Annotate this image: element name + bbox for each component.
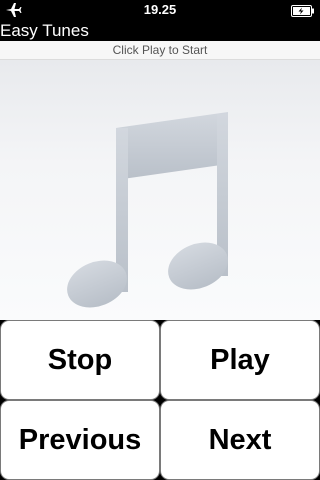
app-title: Easy Tunes bbox=[0, 21, 89, 40]
previous-button[interactable]: Previous bbox=[0, 400, 160, 480]
subtitle-text: Click Play to Start bbox=[112, 43, 208, 57]
playback-controls: Stop Play Previous Next bbox=[0, 320, 320, 480]
next-button[interactable]: Next bbox=[160, 400, 320, 480]
status-bar: 19.25 bbox=[0, 0, 320, 20]
album-artwork bbox=[0, 60, 320, 320]
subtitle-bar: Click Play to Start bbox=[0, 41, 320, 60]
play-button[interactable]: Play bbox=[160, 320, 320, 400]
stop-button[interactable]: Stop bbox=[0, 320, 160, 400]
phone-screen: 19.25 Easy Tunes Click Play to Start Sto… bbox=[0, 0, 320, 480]
title-bar: Easy Tunes bbox=[0, 20, 320, 41]
music-note-icon bbox=[67, 112, 228, 308]
status-time: 19.25 bbox=[143, 2, 177, 17]
battery-charging-icon bbox=[291, 4, 315, 17]
